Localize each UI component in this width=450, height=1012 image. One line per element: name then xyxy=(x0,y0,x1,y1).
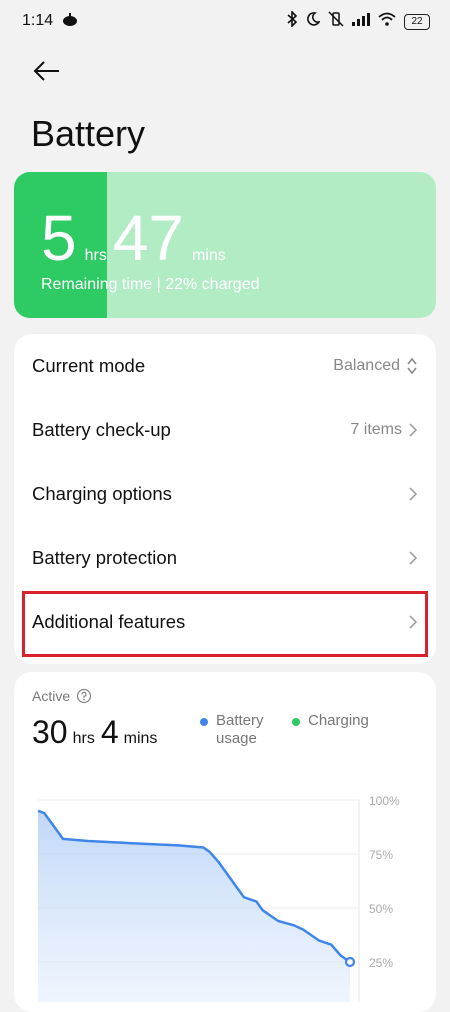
row-label: Charging options xyxy=(32,483,172,504)
battery-check-up-row[interactable]: Battery check-up 7 items xyxy=(14,398,436,462)
row-value-group xyxy=(408,550,418,566)
remaining-hours: 5 xyxy=(41,202,77,274)
remaining-minutes-unit: mins xyxy=(192,247,226,264)
y-tick-label: 25% xyxy=(369,956,393,970)
vibrate-off-icon xyxy=(328,11,344,32)
remaining-subtitle: Remaining time | 22% charged xyxy=(41,276,260,293)
row-label: Battery protection xyxy=(32,547,177,568)
wifi-icon xyxy=(378,12,396,31)
status-time: 1:14 xyxy=(22,12,54,29)
app-notification-icon xyxy=(62,11,78,32)
chevron-right-icon xyxy=(409,551,418,565)
battery-usage-chart: 100% 75% 50% 25% xyxy=(37,794,400,1002)
y-tick-label: 75% xyxy=(369,848,393,862)
bluetooth-icon xyxy=(286,10,298,32)
battery-status-icon: 22 xyxy=(404,13,430,30)
row-value: Balanced xyxy=(333,357,400,374)
chevron-right-icon xyxy=(409,423,418,437)
remaining-time: 5 hrs 47 mins xyxy=(41,202,232,274)
charging-options-row[interactable]: Charging options xyxy=(14,462,436,526)
row-value-group xyxy=(408,486,418,502)
row-label: Battery check-up xyxy=(32,419,171,440)
back-arrow-icon xyxy=(33,61,59,81)
row-value: 7 items xyxy=(350,421,402,438)
battery-usage-area xyxy=(38,810,350,1002)
highlight-box xyxy=(22,591,428,657)
row-value-group: 7 items xyxy=(350,421,418,439)
battery-protection-row[interactable]: Battery protection xyxy=(14,526,436,590)
status-icons: 22 xyxy=(286,10,430,32)
chevron-up-down-icon xyxy=(407,357,417,375)
page-title: Battery xyxy=(31,113,146,154)
active-usage-card: Active 30 hrs 4 mins Battery usage Charg… xyxy=(14,672,436,1012)
current-level-point xyxy=(344,956,356,968)
signal-icon xyxy=(352,12,370,31)
do-not-disturb-moon-icon xyxy=(306,12,321,31)
current-mode-row[interactable]: Current mode Balanced xyxy=(14,334,436,398)
chevron-right-icon xyxy=(409,487,418,501)
remaining-minutes: 47 xyxy=(112,202,185,274)
status-bar: 1:14 22 xyxy=(0,0,450,44)
y-tick-label: 50% xyxy=(369,902,393,916)
remaining-hours-unit: hrs xyxy=(84,247,107,264)
battery-remaining-card: 5 hrs 47 mins Remaining time | 22% charg… xyxy=(14,172,436,318)
row-value-group: Balanced xyxy=(333,357,418,375)
back-button[interactable] xyxy=(32,56,62,86)
row-label: Current mode xyxy=(32,355,146,376)
y-tick-label: 100% xyxy=(369,794,400,808)
